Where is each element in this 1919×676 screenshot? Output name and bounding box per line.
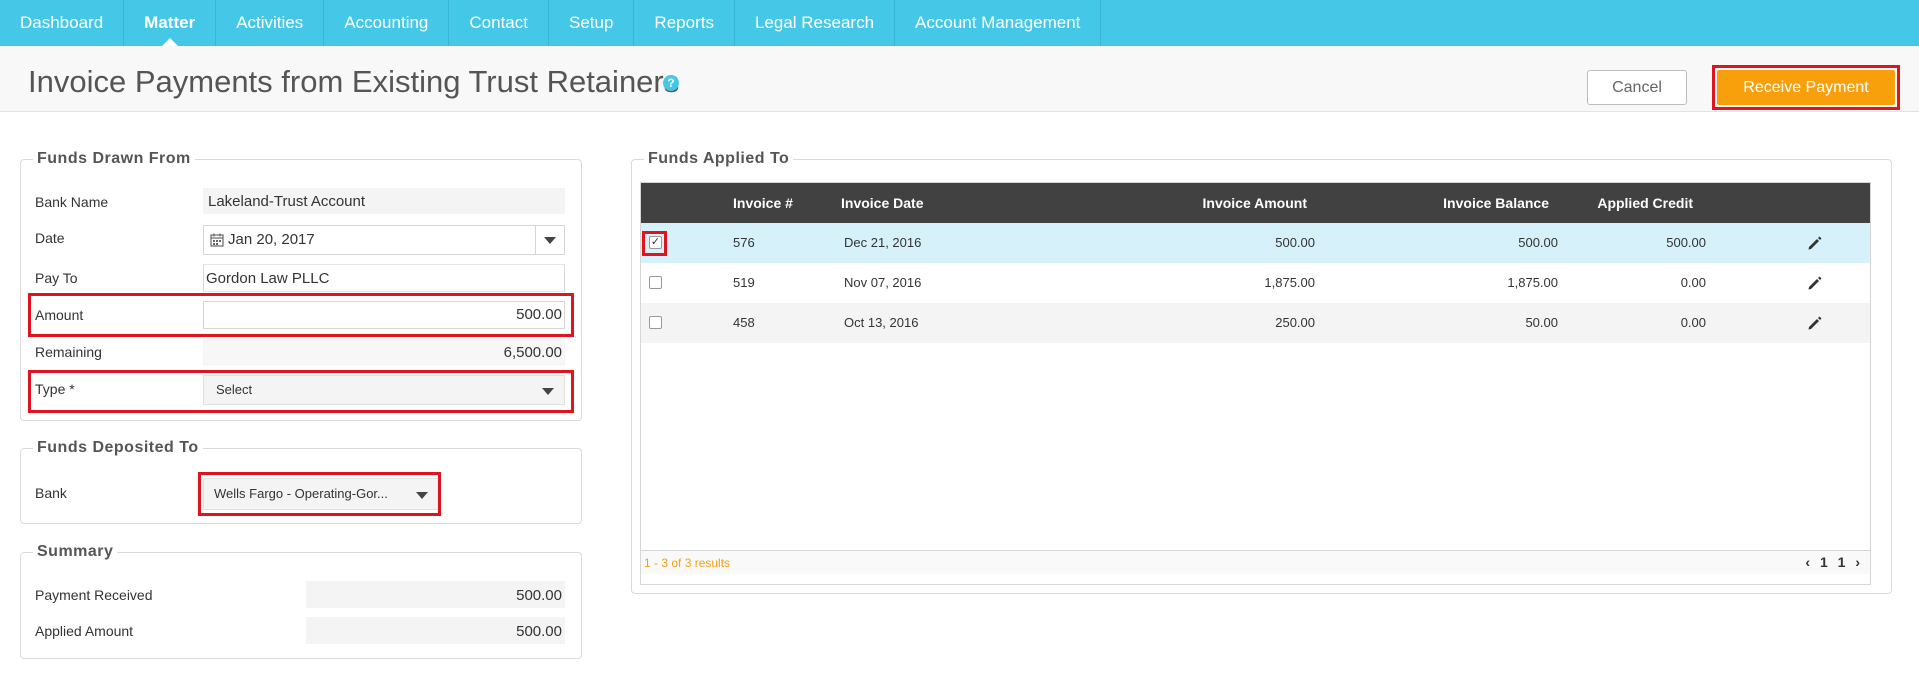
- invoice-date: Nov 07, 2016: [844, 275, 922, 290]
- col-invoice-date[interactable]: Invoice Date: [841, 183, 923, 223]
- question-circle-icon[interactable]: ?: [663, 75, 679, 91]
- pay-to-value: Gordon Law PLLC: [206, 270, 330, 287]
- amount-highlight: [28, 293, 574, 337]
- col-applied-credit[interactable]: Applied Credit: [1581, 183, 1693, 223]
- invoice-balance: 1,875.00: [1507, 275, 1558, 290]
- invoice-number: 576: [733, 235, 755, 250]
- invoice-number: 458: [733, 315, 755, 330]
- col-invoice-amount[interactable]: Invoice Amount: [1061, 183, 1308, 223]
- applied-credit: 500.00: [1666, 235, 1706, 250]
- total-pages: 1: [1837, 554, 1846, 570]
- invoice-amount: 500.00: [1275, 235, 1315, 250]
- funds-deposited-legend: Funds Deposited To: [33, 439, 203, 457]
- pagination: ‹ 1 1 ›: [1799, 554, 1860, 570]
- nav-dashboard[interactable]: Dashboard: [0, 0, 125, 46]
- chevron-right-icon[interactable]: ›: [1855, 554, 1860, 570]
- invoice-date: Oct 13, 2016: [844, 315, 919, 330]
- results-count: 1 - 3 of 3 results: [644, 556, 731, 570]
- applied-credit: 0.00: [1680, 315, 1706, 330]
- invoice-table: Invoice # Invoice Date Invoice Amount In…: [640, 182, 1871, 585]
- pay-to-label: Pay To: [35, 270, 78, 286]
- invoice-amount: 250.00: [1275, 315, 1315, 330]
- nav-account-management[interactable]: Account Management: [895, 0, 1102, 46]
- table-row[interactable]: 519 Nov 07, 2016 1,875.00 1,875.00 0.00: [641, 263, 1870, 303]
- col-invoice-balance[interactable]: Invoice Balance: [1341, 183, 1549, 223]
- cancel-button[interactable]: Cancel: [1587, 70, 1687, 105]
- date-divider: [535, 226, 536, 254]
- nav-accounting[interactable]: Accounting: [324, 0, 450, 46]
- calendar-icon: [210, 233, 224, 247]
- invoice-balance: 50.00: [1525, 315, 1558, 330]
- row-checkbox[interactable]: [649, 316, 662, 329]
- nav-setup[interactable]: Setup: [549, 0, 635, 46]
- payment-received-value: 500.00: [306, 581, 565, 608]
- applied-credit: 0.00: [1680, 275, 1706, 290]
- receive-payment-highlight: Receive Payment: [1712, 65, 1900, 110]
- row-checkbox[interactable]: [649, 276, 662, 289]
- funds-applied-legend: Funds Applied To: [644, 150, 794, 168]
- nav-matter[interactable]: Matter: [124, 0, 217, 46]
- chevron-down-icon[interactable]: [544, 237, 556, 244]
- bank-name-value: Lakeland-Trust Account: [203, 188, 565, 214]
- pay-to-field[interactable]: Gordon Law PLLC: [203, 264, 565, 292]
- page-title: Invoice Payments from Existing Trust Ret…: [28, 64, 680, 99]
- checkbox-highlight: [642, 231, 667, 256]
- invoice-balance: 500.00: [1518, 235, 1558, 250]
- invoice-date: Dec 21, 2016: [844, 235, 922, 250]
- nav-contact[interactable]: Contact: [449, 0, 549, 46]
- applied-amount-label: Applied Amount: [35, 623, 134, 639]
- table-footer: 1 - 3 of 3 results ‹ 1 1 ›: [641, 550, 1870, 574]
- remaining-label: Remaining: [35, 344, 102, 360]
- bank-name-label: Bank Name: [35, 194, 109, 210]
- pencil-icon[interactable]: [1806, 274, 1824, 292]
- bank-label: Bank: [35, 485, 67, 501]
- current-page[interactable]: 1: [1820, 554, 1828, 570]
- col-invoice-number[interactable]: Invoice #: [733, 183, 793, 223]
- invoice-amount: 1,875.00: [1264, 275, 1315, 290]
- bank-highlight: [198, 472, 441, 516]
- invoice-number: 519: [733, 275, 755, 290]
- pencil-icon[interactable]: [1806, 234, 1824, 252]
- table-row[interactable]: 458 Oct 13, 2016 250.00 50.00 0.00: [641, 303, 1870, 343]
- summary-panel: Summary Payment Received 500.00 Applied …: [20, 543, 582, 659]
- pencil-icon[interactable]: [1806, 314, 1824, 332]
- page-header: Invoice Payments from Existing Trust Ret…: [0, 46, 1919, 112]
- date-field[interactable]: Jan 20, 2017: [203, 225, 565, 255]
- date-value: Jan 20, 2017: [228, 231, 315, 248]
- remaining-value: 6,500.00: [203, 339, 565, 365]
- funds-drawn-legend: Funds Drawn From: [33, 150, 195, 168]
- chevron-left-icon[interactable]: ‹: [1805, 554, 1810, 570]
- payment-received-label: Payment Received: [35, 587, 153, 603]
- date-label: Date: [35, 230, 65, 246]
- nav-activities[interactable]: Activities: [216, 0, 325, 46]
- table-row[interactable]: ✓ 576 Dec 21, 2016 500.00 500.00 500.00: [641, 223, 1870, 263]
- summary-legend: Summary: [33, 543, 118, 561]
- table-header: Invoice # Invoice Date Invoice Amount In…: [641, 183, 1870, 223]
- nav-legal-research[interactable]: Legal Research: [735, 0, 896, 46]
- applied-amount-value: 500.00: [306, 617, 565, 644]
- type-highlight: [28, 370, 574, 413]
- top-nav: Dashboard Matter Activities Accounting C…: [0, 0, 1919, 46]
- receive-payment-button[interactable]: Receive Payment: [1717, 70, 1895, 105]
- nav-reports[interactable]: Reports: [634, 0, 735, 46]
